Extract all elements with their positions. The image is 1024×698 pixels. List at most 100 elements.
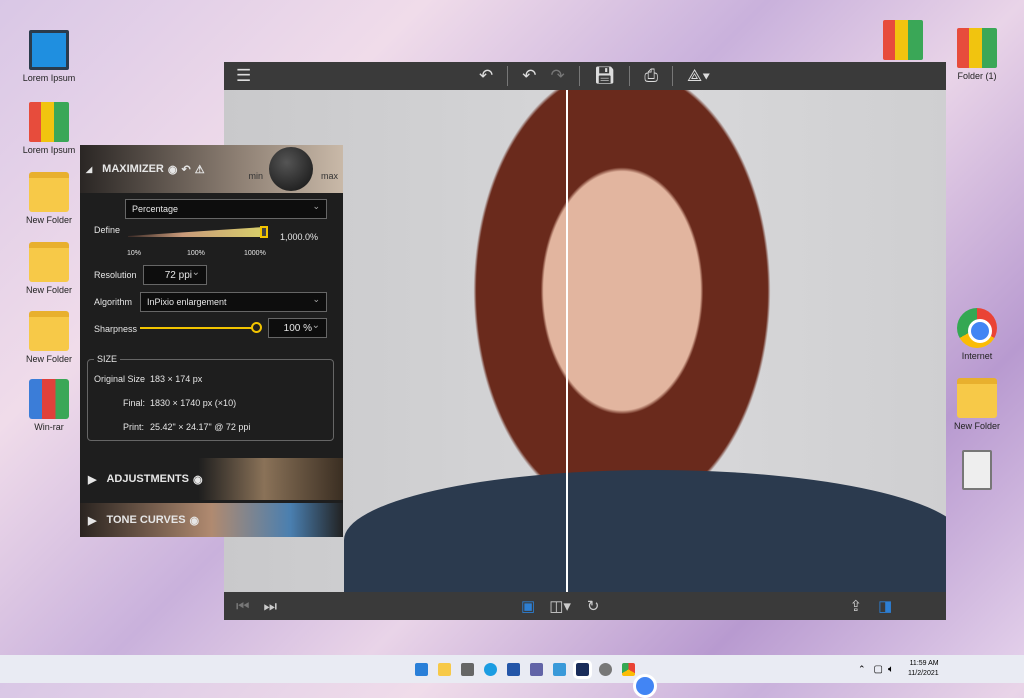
knob-min-label: min [248, 171, 263, 181]
original-size-label: Original Size [94, 374, 146, 384]
define-label: Define [94, 225, 121, 235]
computer-icon [29, 30, 69, 70]
desktop-icon-internet[interactable]: Internet [942, 308, 1012, 361]
collapse-icon[interactable]: ◢ [86, 165, 92, 174]
binders-icon [883, 20, 923, 60]
volume-icon[interactable]: 🔈︎ [888, 664, 894, 675]
bottom-bar: ⏮ ⏭ ▣ ◫▾ ↻ ⇪ ◨ [224, 592, 946, 620]
desktop-icon-winrar[interactable]: Win-rar [14, 379, 84, 432]
adjustments-label: ADJUSTMENTS [106, 473, 189, 485]
size-title: SIZE [94, 354, 121, 364]
desktop-icon-folder[interactable]: New Folder [14, 311, 84, 364]
desktop-icon-folder[interactable]: New Folder [14, 172, 84, 225]
network-icon[interactable]: ▢ [874, 664, 883, 675]
define-slider[interactable] [128, 227, 264, 237]
sharpness-value: 100 % [283, 323, 312, 334]
algorithm-value: InPixio enlargement [147, 297, 227, 307]
redo-icon[interactable]: ↷ [551, 66, 565, 86]
undo-all-icon[interactable]: ↶ [479, 66, 493, 86]
edge-icon[interactable] [484, 662, 497, 676]
single-view-icon[interactable]: ▣ [521, 597, 535, 615]
tick-label: 100% [187, 250, 205, 257]
winrar-icon [29, 379, 69, 419]
define-slider-thumb[interactable] [260, 226, 268, 238]
tick-label: 1000% [244, 250, 266, 257]
teams-icon[interactable] [530, 662, 543, 676]
desktop-icon-folder[interactable]: New Folder [14, 242, 84, 295]
menu-icon[interactable]: ☰ [236, 66, 251, 86]
first-image-icon[interactable]: ⏮ [236, 598, 250, 615]
clock-date: 11/2/2021 [908, 670, 939, 677]
chrome-icon [957, 308, 997, 348]
resolution-label: Resolution [94, 270, 137, 280]
binders-icon [957, 28, 997, 68]
save-icon[interactable]: 💾︎ [594, 66, 616, 86]
resolution-stepper[interactable]: 72 ppi [143, 265, 207, 285]
binders-icon [29, 102, 69, 142]
desktop-icon-binders[interactable] [868, 20, 938, 63]
original-size-value: 183 × 174 px [150, 374, 203, 384]
desktop-icon-folder[interactable]: New Folder [942, 378, 1012, 431]
undo-icon[interactable]: ↶ [522, 66, 536, 86]
sharpness-label: Sharpness [94, 324, 138, 334]
eye-icon[interactable]: ◉ [190, 514, 200, 527]
tone-curves-label: TONE CURVES [106, 514, 186, 526]
mode-value: Percentage [132, 204, 179, 214]
eye-icon[interactable]: ◉ [193, 473, 203, 486]
expand-icon: ▶ [88, 473, 97, 486]
camera-icon[interactable] [461, 662, 474, 676]
clock-time: 11:59 AM [909, 660, 939, 667]
sharpness-stepper[interactable]: 100 % [268, 318, 327, 338]
maximizer-header[interactable]: ◢ MAXIMIZER ◉ ↶ ⚠ min max [80, 145, 343, 193]
tone-curves-section[interactable]: ▶ TONE CURVES ◉ [80, 503, 343, 537]
maximizer-panel: ◢ MAXIMIZER ◉ ↶ ⚠ min max Percentage Def… [80, 145, 343, 537]
store-icon[interactable] [507, 662, 520, 676]
reset-icon[interactable]: ↶ [182, 163, 191, 176]
print-size-value: 25.42" × 24.17" @ 72 ppi [150, 422, 251, 432]
desktop-icon-binders[interactable]: Lorem Ipsum [14, 102, 84, 155]
settings-icon[interactable] [599, 662, 612, 676]
final-size-label: Final: [123, 398, 146, 408]
side-panel-icon[interactable]: ◨ [878, 597, 892, 615]
algorithm-label: Algorithm [94, 297, 133, 307]
tick-label: 10% [127, 250, 142, 257]
folder-icon [29, 172, 69, 212]
tray-chevron-icon[interactable]: ⌃ [858, 664, 866, 675]
knob-max-label: max [320, 171, 338, 181]
resolution-value: 72 ppi [164, 270, 192, 281]
strength-knob[interactable] [269, 147, 313, 191]
chrome-icon[interactable] [622, 662, 657, 698]
file-explorer-icon[interactable] [438, 662, 451, 676]
adjustments-section[interactable]: ▶ ADJUSTMENTS ◉ [80, 458, 343, 500]
export-icon[interactable]: ⇪ [850, 597, 863, 615]
eye-icon[interactable]: ◉ [168, 163, 178, 176]
final-size-value: 1830 × 1740 px (×10) [150, 398, 237, 408]
paint-icon[interactable] [553, 662, 566, 676]
expand-icon: ▶ [88, 514, 97, 527]
desktop-icon-computer[interactable]: Lorem Ipsum [14, 30, 84, 83]
folder-icon [957, 378, 997, 418]
algorithm-select[interactable]: InPixio enlargement [140, 292, 327, 312]
mode-select[interactable]: Percentage [125, 199, 327, 219]
desktop-icon-folder-1[interactable]: Folder (1) [942, 28, 1012, 81]
compare-split-handle[interactable] [566, 90, 568, 592]
print-size-label: Print: [123, 422, 145, 432]
maximizer-title: MAXIMIZER [102, 163, 164, 175]
app-icon[interactable] [573, 659, 592, 679]
toolbar: ☰ ↶ ↶ ↷ 💾︎ ⎙ ⟁▾ [224, 62, 946, 90]
compare-view-icon[interactable]: ◫▾ [549, 597, 571, 615]
rotate-icon[interactable]: ↻ [587, 597, 600, 615]
share-icon[interactable]: ⟁▾ [687, 66, 710, 86]
clock[interactable]: 11:59 AM 11/2/2021 [908, 659, 939, 679]
folder-icon [29, 242, 69, 282]
print-icon[interactable]: ⎙ [644, 66, 658, 86]
desktop-icon-recycle-bin[interactable] [942, 450, 1012, 493]
next-image-icon[interactable]: ⏭ [264, 598, 278, 615]
warning-icon: ⚠ [194, 163, 205, 176]
define-value: 1,000.0% [280, 232, 319, 242]
start-icon[interactable] [415, 662, 428, 676]
sharpness-thumb[interactable] [251, 322, 262, 333]
trash-icon [962, 450, 992, 490]
folder-icon [29, 311, 69, 351]
sharpness-slider[interactable] [140, 327, 252, 329]
